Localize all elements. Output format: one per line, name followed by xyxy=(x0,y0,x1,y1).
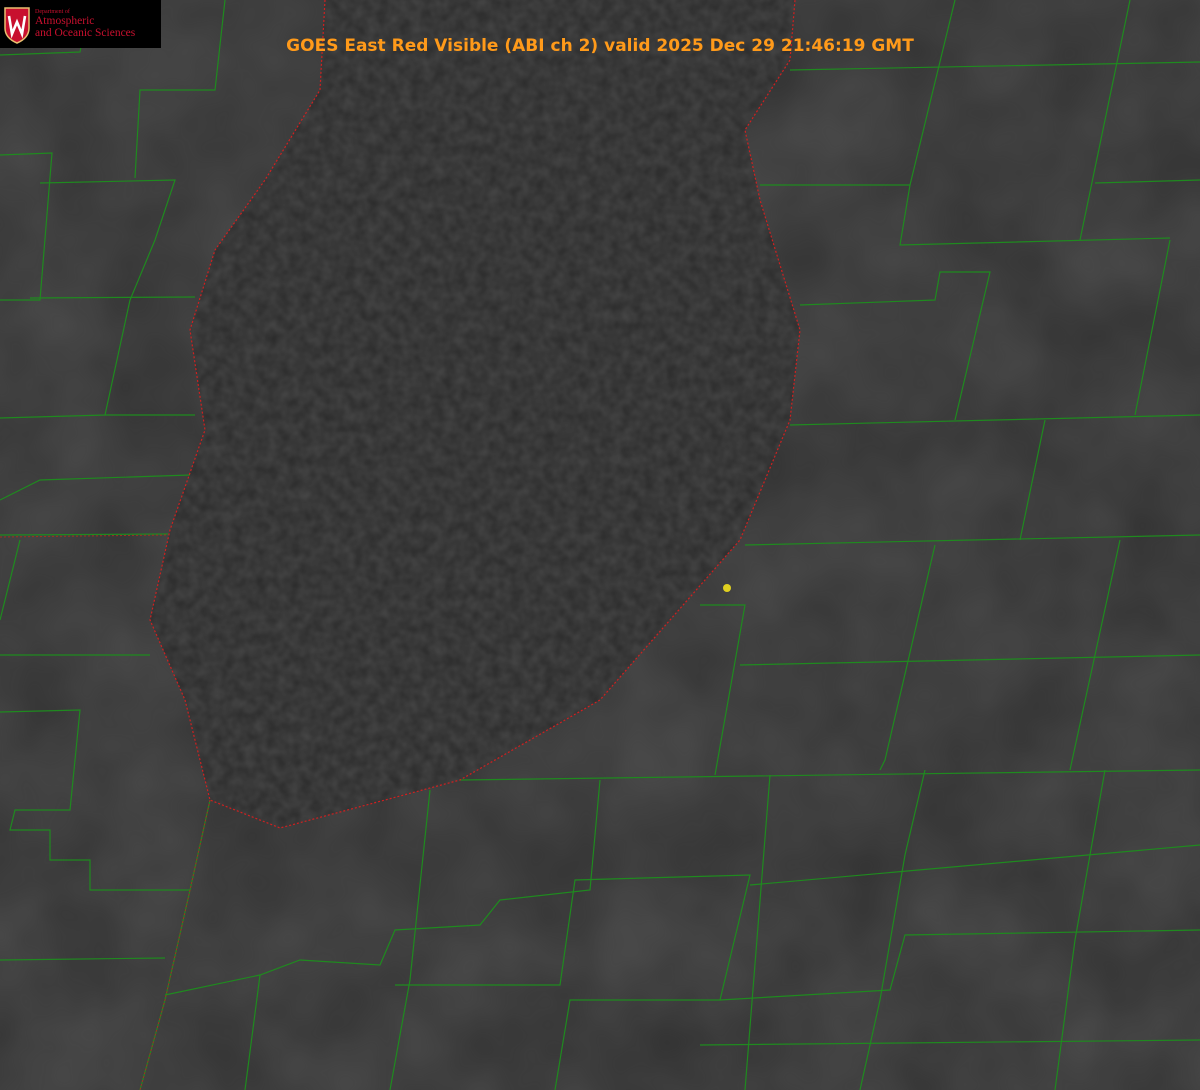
image-title: GOES East Red Visible (ABI ch 2) valid 2… xyxy=(0,36,1200,56)
satellite-image-viewer: Department of Atmospheric and Oceanic Sc… xyxy=(0,0,1200,1090)
satellite-map xyxy=(0,0,1200,1090)
logo-line1: Atmospheric xyxy=(35,15,135,27)
location-marker xyxy=(723,584,731,592)
